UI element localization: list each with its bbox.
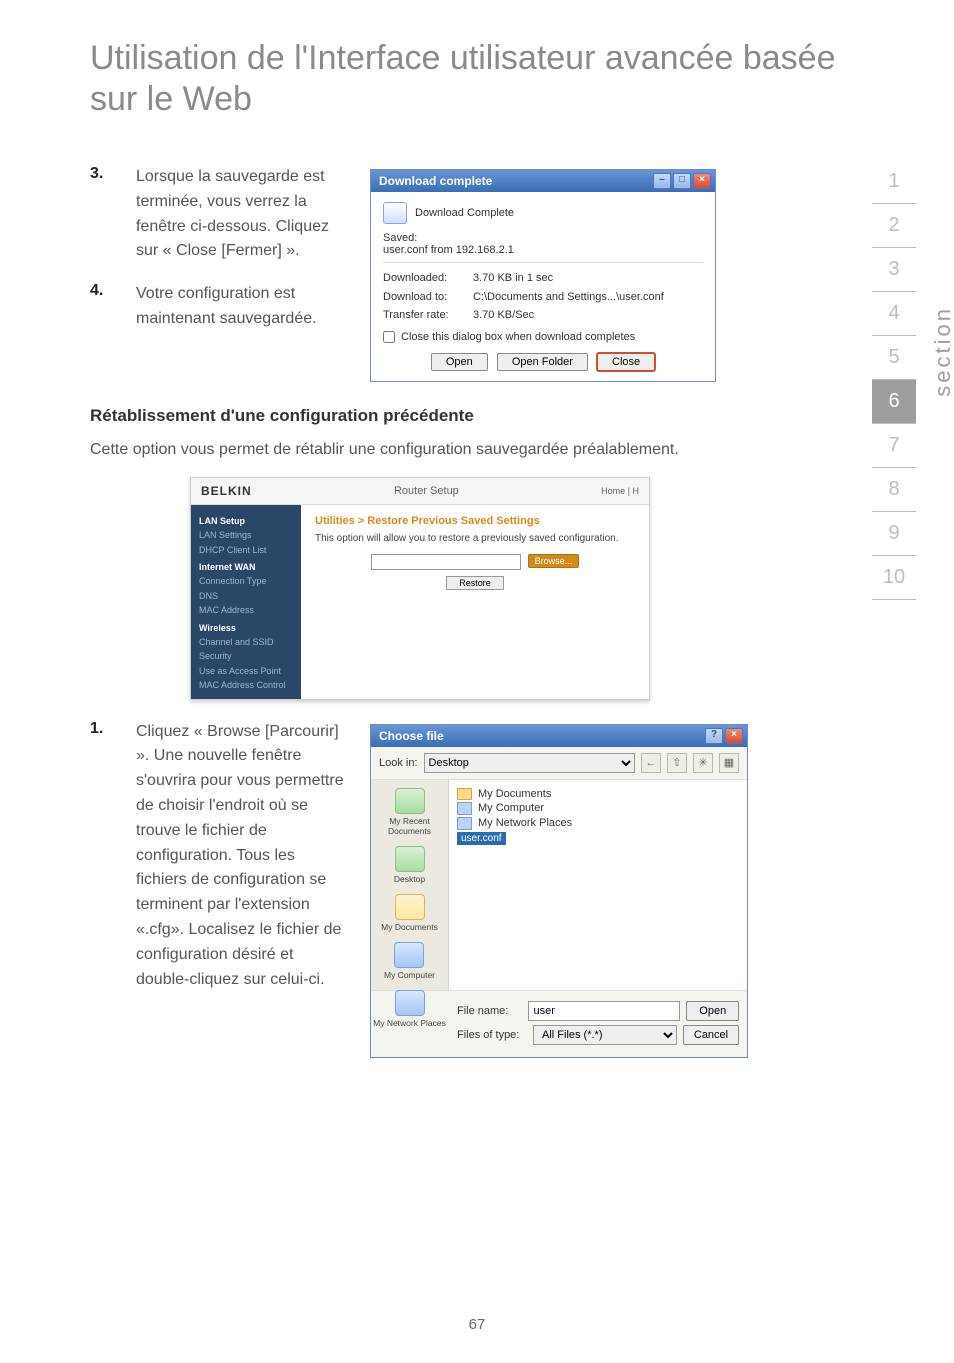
divider bbox=[383, 262, 703, 263]
step-4-text: Votre configuration est maintenant sauve… bbox=[136, 282, 350, 332]
maximize-button[interactable]: □ bbox=[673, 173, 691, 189]
section-1[interactable]: 1 bbox=[872, 160, 916, 204]
restore-paragraph: Cette option vous permet de rétablir une… bbox=[90, 438, 780, 463]
download-to-key: Download to: bbox=[383, 288, 473, 307]
sidebar-security[interactable]: Security bbox=[199, 649, 293, 663]
file-icon: user.conf bbox=[457, 832, 506, 845]
new-folder-icon[interactable]: ✳ bbox=[693, 753, 713, 773]
section-5[interactable]: 5 bbox=[872, 336, 916, 380]
download-complete-dialog: Download complete – □ × Download Complet… bbox=[370, 169, 716, 382]
saved-label: Saved: bbox=[383, 232, 417, 244]
close-on-complete-label: Close this dialog box when download comp… bbox=[401, 331, 635, 343]
file-open-button[interactable]: Open bbox=[686, 1001, 739, 1021]
sidebar-conn-type[interactable]: Connection Type bbox=[199, 574, 293, 588]
step-4-number: 4. bbox=[90, 282, 136, 332]
transfer-rate-key: Transfer rate: bbox=[383, 306, 473, 325]
back-icon[interactable]: ← bbox=[641, 753, 661, 773]
saved-value: user.conf from 192.168.2.1 bbox=[383, 244, 703, 256]
download-to-value: C:\Documents and Settings...\user.conf bbox=[473, 291, 664, 303]
filename-input[interactable] bbox=[528, 1001, 680, 1021]
step-1-number: 1. bbox=[90, 720, 136, 993]
page-title: Utilisation de l'Interface utilisateur a… bbox=[90, 38, 864, 120]
sidebar-channel-ssid[interactable]: Channel and SSID bbox=[199, 635, 293, 649]
minimize-button[interactable]: – bbox=[653, 173, 671, 189]
choose-help-button[interactable]: ? bbox=[705, 728, 723, 744]
step-1-text: Cliquez « Browse [Parcourir] ». Une nouv… bbox=[136, 720, 350, 993]
lookin-label: Look in: bbox=[379, 757, 418, 769]
sidebar-access-point[interactable]: Use as Access Point bbox=[199, 664, 293, 678]
views-icon[interactable]: ▦ bbox=[719, 753, 739, 773]
section-3[interactable]: 3 bbox=[872, 248, 916, 292]
close-button[interactable]: Close bbox=[597, 353, 655, 371]
side-mycomp[interactable]: My Computer bbox=[384, 942, 435, 980]
file-mynet[interactable]: My Network Places bbox=[457, 817, 739, 830]
step-3-number: 3. bbox=[90, 165, 136, 264]
sidebar-lan-setup[interactable]: LAN Setup bbox=[199, 514, 293, 528]
section-6[interactable]: 6 bbox=[872, 380, 916, 424]
download-header-text: Download Complete bbox=[415, 207, 514, 219]
file-userconf[interactable]: user.conf bbox=[457, 832, 739, 845]
router-setup-screenshot: BELKIN Router Setup Home | H LAN Setup L… bbox=[190, 477, 650, 700]
router-file-input[interactable] bbox=[371, 554, 521, 570]
open-folder-button[interactable]: Open Folder bbox=[497, 353, 588, 371]
sidebar-dns[interactable]: DNS bbox=[199, 589, 293, 603]
section-2[interactable]: 2 bbox=[872, 204, 916, 248]
sidebar-lan-settings[interactable]: LAN Settings bbox=[199, 528, 293, 542]
side-desktop[interactable]: Desktop bbox=[394, 846, 425, 884]
router-sidebar: LAN Setup LAN Settings DHCP Client List … bbox=[191, 505, 301, 699]
choose-title: Choose file bbox=[379, 729, 444, 743]
folder-icon bbox=[457, 788, 472, 800]
router-home-link[interactable]: Home | H bbox=[601, 486, 639, 496]
restore-subheading: Rétablissement d'une configuration précé… bbox=[90, 406, 780, 426]
up-icon[interactable]: ⇧ bbox=[667, 753, 687, 773]
section-7[interactable]: 7 bbox=[872, 424, 916, 468]
dialog-title: Download complete bbox=[379, 174, 492, 188]
section-9[interactable]: 9 bbox=[872, 512, 916, 556]
lookin-select[interactable]: Desktop bbox=[424, 753, 635, 773]
dialog-titlebar: Download complete – □ × bbox=[371, 170, 715, 192]
file-cancel-button[interactable]: Cancel bbox=[683, 1025, 739, 1045]
section-label: section bbox=[930, 306, 954, 397]
downloaded-value: 3.70 KB in 1 sec bbox=[473, 272, 553, 284]
side-recent[interactable]: My Recent Documents bbox=[371, 788, 448, 836]
filetype-label: Files of type: bbox=[457, 1029, 527, 1041]
router-breadcrumb: Utilities > Restore Previous Saved Setti… bbox=[315, 515, 635, 527]
download-icon bbox=[383, 202, 407, 224]
main-content: 3. Lorsque la sauvegarde est terminée, v… bbox=[90, 165, 780, 1058]
choose-file-dialog: Choose file ? × Look in: Desktop ← ⇧ ✳ ▦ bbox=[370, 724, 748, 1058]
section-rail: 1 2 3 4 5 6 7 8 9 10 bbox=[872, 160, 916, 600]
section-4[interactable]: 4 bbox=[872, 292, 916, 336]
filetype-select[interactable]: All Files (*.*) bbox=[533, 1025, 677, 1045]
section-8[interactable]: 8 bbox=[872, 468, 916, 512]
downloaded-key: Downloaded: bbox=[383, 269, 473, 288]
close-window-button[interactable]: × bbox=[693, 173, 711, 189]
section-10[interactable]: 10 bbox=[872, 556, 916, 600]
sidebar-dhcp[interactable]: DHCP Client List bbox=[199, 543, 293, 557]
router-description: This option will allow you to restore a … bbox=[315, 533, 635, 544]
open-button[interactable]: Open bbox=[431, 353, 488, 371]
filename-label: File name: bbox=[457, 1005, 522, 1017]
computer-icon bbox=[457, 802, 472, 815]
step-3-text: Lorsque la sauvegarde est terminée, vous… bbox=[136, 165, 350, 264]
network-icon bbox=[457, 817, 472, 830]
router-brand: BELKIN bbox=[201, 484, 252, 498]
router-restore-button[interactable]: Restore bbox=[446, 576, 504, 590]
close-on-complete-checkbox[interactable] bbox=[383, 331, 395, 343]
router-browse-button[interactable]: Browse... bbox=[528, 554, 580, 568]
sidebar-mac-control[interactable]: MAC Address Control bbox=[199, 678, 293, 692]
sidebar-wireless[interactable]: Wireless bbox=[199, 621, 293, 635]
sidebar-mac[interactable]: MAC Address bbox=[199, 603, 293, 617]
sidebar-internet-wan[interactable]: Internet WAN bbox=[199, 560, 293, 574]
file-mycomp[interactable]: My Computer bbox=[457, 802, 739, 815]
page-number: 67 bbox=[469, 1316, 486, 1333]
transfer-rate-value: 3.70 KB/Sec bbox=[473, 309, 534, 321]
choose-close-button[interactable]: × bbox=[725, 728, 743, 744]
side-mydocs[interactable]: My Documents bbox=[381, 894, 438, 932]
file-mydocs[interactable]: My Documents bbox=[457, 788, 739, 800]
router-title: Router Setup bbox=[394, 485, 459, 497]
side-mynet[interactable]: My Network Places bbox=[373, 990, 446, 1028]
